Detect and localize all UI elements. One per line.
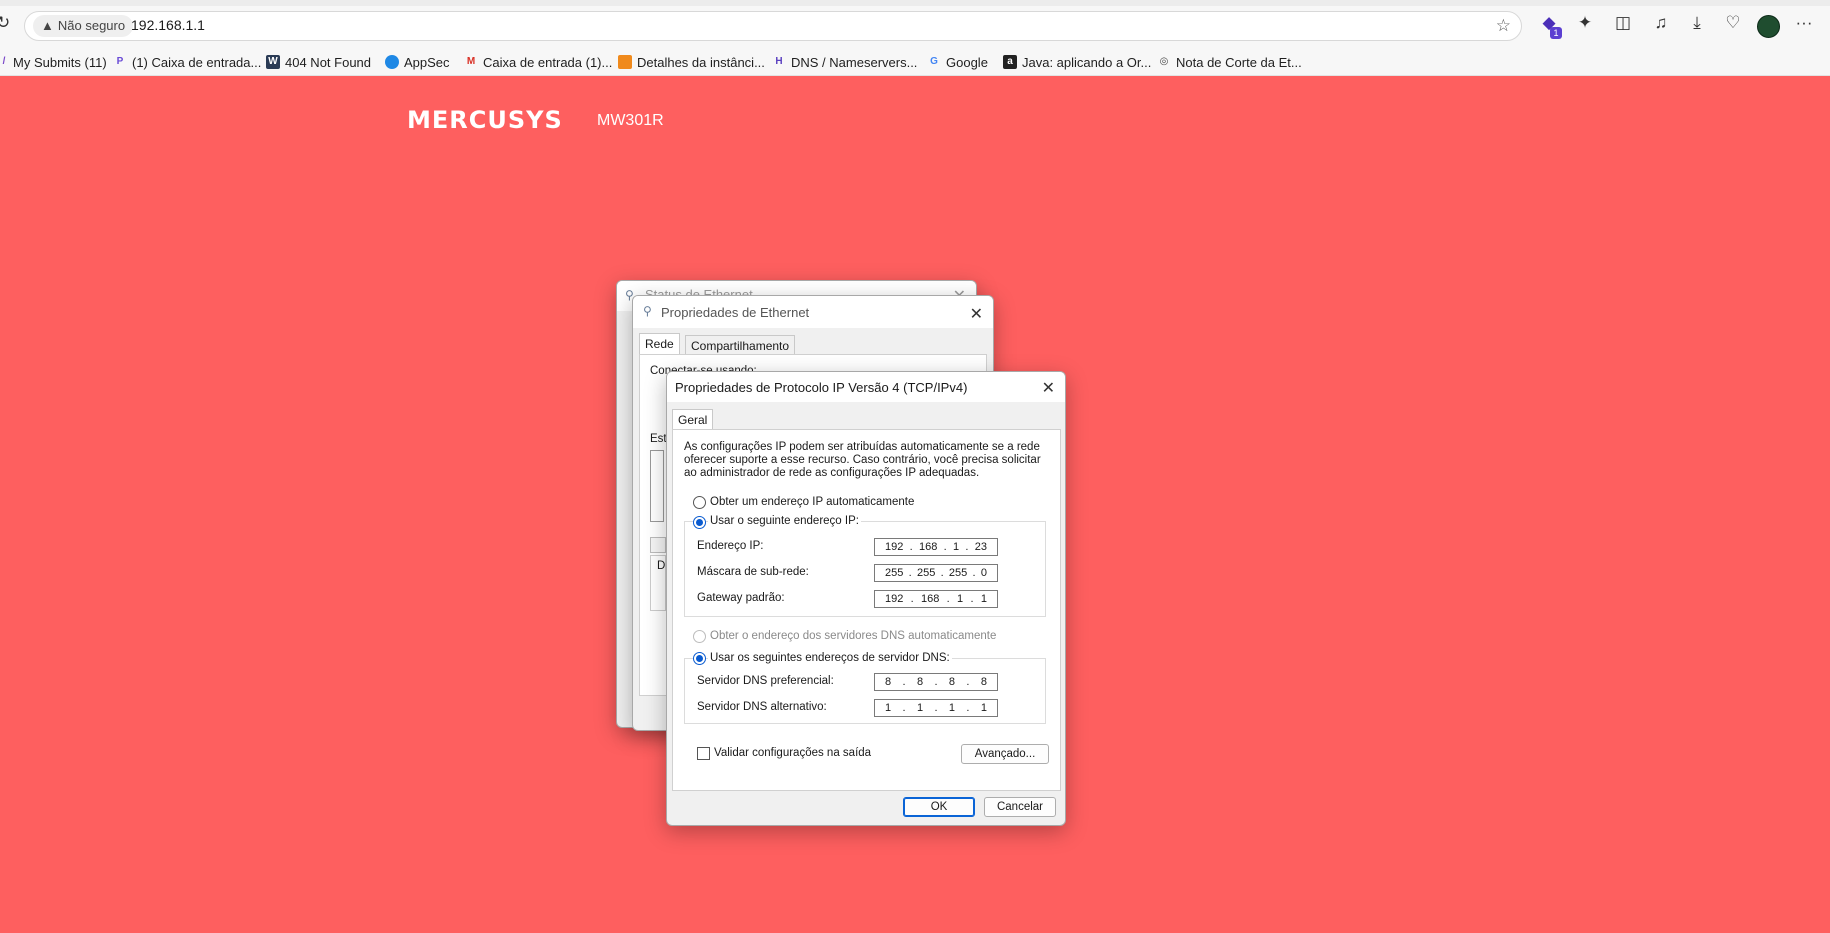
manual-ip-radio[interactable]: [693, 516, 706, 529]
address-bar[interactable]: ▲ Não seguro 192.168.1.1 ☆: [24, 11, 1522, 41]
window-titlebar: ⚲ Propriedades de Ethernet ✕: [633, 296, 993, 328]
bookmark-item[interactable]: / My Submits (11): [0, 52, 107, 72]
subnet-mask-label: Máscara de sub-rede:: [697, 566, 809, 578]
gmail-icon: M: [466, 56, 476, 67]
download-icon[interactable]: ⤓: [1686, 13, 1708, 33]
dialog-title: Propriedades de Protocolo IP Versão 4 (T…: [675, 380, 968, 395]
validate-on-exit-checkbox[interactable]: [697, 747, 710, 760]
manual-dns-radio[interactable]: [693, 652, 706, 665]
profile-avatar[interactable]: [1757, 15, 1780, 38]
brand-logo: MERCUSYS: [407, 106, 563, 134]
url-text[interactable]: 192.168.1.1: [131, 17, 205, 33]
tab-panel: As configurações IP podem ser atribuídas…: [672, 429, 1061, 791]
a-logo-icon: a: [1003, 55, 1017, 69]
globe-icon: ◎: [1159, 56, 1169, 67]
list-label: Est: [650, 433, 667, 445]
bookmark-item[interactable]: ◎ Nota de Corte da Et...: [1157, 52, 1302, 72]
bookmark-item[interactable]: M Caixa de entrada (1)...: [464, 52, 613, 72]
split-screen-icon[interactable]: ◫: [1612, 13, 1634, 33]
tab-strip: [0, 0, 1830, 6]
description-box: [650, 555, 666, 611]
description-line: oferecer suporte a esse recurso. Caso co…: [684, 454, 1041, 466]
favorite-star-icon[interactable]: ☆: [1496, 16, 1511, 36]
ipv4-properties-dialog: Propriedades de Protocolo IP Versão 4 (T…: [666, 371, 1066, 826]
ip-address-field[interactable]: 192. 168. 1. 23: [874, 538, 998, 556]
reload-icon[interactable]: ↻: [0, 13, 10, 33]
advanced-button[interactable]: Avançado...: [961, 744, 1049, 764]
components-list[interactable]: [650, 450, 664, 522]
google-icon: G: [930, 56, 938, 67]
auto-ip-label: Obter um endereço IP automaticamente: [710, 496, 915, 508]
dialog-titlebar: Propriedades de Protocolo IP Versão 4 (T…: [667, 372, 1065, 402]
subnet-mask-field[interactable]: 255. 255. 255. 0: [874, 564, 998, 582]
bookmark-item[interactable]: G Google: [927, 52, 988, 72]
p-logo-icon: P: [116, 56, 124, 67]
favorites-icon[interactable]: ♫: [1650, 13, 1672, 33]
dns-alternate-label: Servidor DNS alternativo:: [697, 701, 827, 713]
gateway-field[interactable]: 192. 168. 1. 1: [874, 590, 998, 608]
tab-geral[interactable]: Geral: [672, 409, 714, 430]
description-line: ao administrador de rede as configuraçõe…: [684, 467, 980, 479]
description-line: As configurações IP podem ser atribuídas…: [684, 441, 1040, 453]
bookmark-item[interactable]: Detalhes da instânci...: [618, 52, 765, 72]
gateway-label: Gateway padrão:: [697, 592, 785, 604]
auto-dns-radio[interactable]: [693, 630, 706, 643]
install-button[interactable]: [650, 537, 666, 553]
window-title: Propriedades de Ethernet: [661, 305, 810, 320]
security-indicator[interactable]: ▲ Não seguro: [33, 15, 134, 37]
w-logo-icon: W: [266, 55, 280, 69]
close-icon[interactable]: ✕: [970, 304, 983, 324]
tab-compartilhamento[interactable]: Compartilhamento: [685, 335, 796, 356]
ok-button[interactable]: OK: [903, 797, 975, 817]
dns-preferred-label: Servidor DNS preferencial:: [697, 675, 834, 687]
close-icon[interactable]: ✕: [1042, 378, 1055, 398]
bookmark-item[interactable]: AppSec: [385, 52, 450, 72]
network-icon: ⚲: [643, 304, 652, 318]
ip-address-label: Endereço IP:: [697, 540, 764, 552]
cube-icon: [618, 55, 632, 69]
h-logo-icon: H: [775, 56, 783, 67]
health-heart-icon[interactable]: ♡: [1722, 13, 1744, 33]
auto-ip-radio[interactable]: [693, 496, 706, 509]
browser-toolbar: ↻ ▲ Não seguro 192.168.1.1 ☆ ◆ 1 ✦ ◫ ♫ ⤓…: [0, 0, 1830, 48]
bookmarks-bar: / My Submits (11) P (1) Caixa de entrada…: [0, 48, 1830, 76]
bookmark-icon: /: [2, 56, 6, 67]
router-model: MW301R: [597, 112, 664, 129]
warning-icon: ▲: [41, 18, 54, 33]
bookmark-item[interactable]: a Java: aplicando a Or...: [1003, 52, 1151, 72]
dns-preferred-field[interactable]: 8. 8. 8. 8: [874, 673, 998, 691]
bookmark-item[interactable]: P (1) Caixa de entrada...: [113, 52, 262, 72]
bookmark-item[interactable]: H DNS / Nameservers...: [772, 52, 917, 72]
dns-alternate-field[interactable]: 1. 1. 1. 1: [874, 699, 998, 717]
bookmark-item[interactable]: W 404 Not Found: [266, 52, 371, 72]
more-options-icon[interactable]: ···: [1793, 13, 1815, 33]
shield-icon: [385, 55, 399, 69]
extension-badge: 1: [1550, 27, 1562, 39]
validate-on-exit-label: Validar configurações na saída: [714, 747, 872, 759]
tab-rede[interactable]: Rede: [639, 333, 680, 354]
security-label: Não seguro: [57, 18, 126, 33]
manual-ip-label: Usar o seguinte endereço IP:: [708, 515, 861, 527]
auto-dns-label: Obter o endereço dos servidores DNS auto…: [710, 630, 997, 642]
cancel-button[interactable]: Cancelar: [984, 797, 1056, 817]
manual-dns-label: Usar os seguintes endereços de servidor …: [708, 652, 952, 664]
extensions-puzzle-icon[interactable]: ✦: [1574, 13, 1596, 33]
